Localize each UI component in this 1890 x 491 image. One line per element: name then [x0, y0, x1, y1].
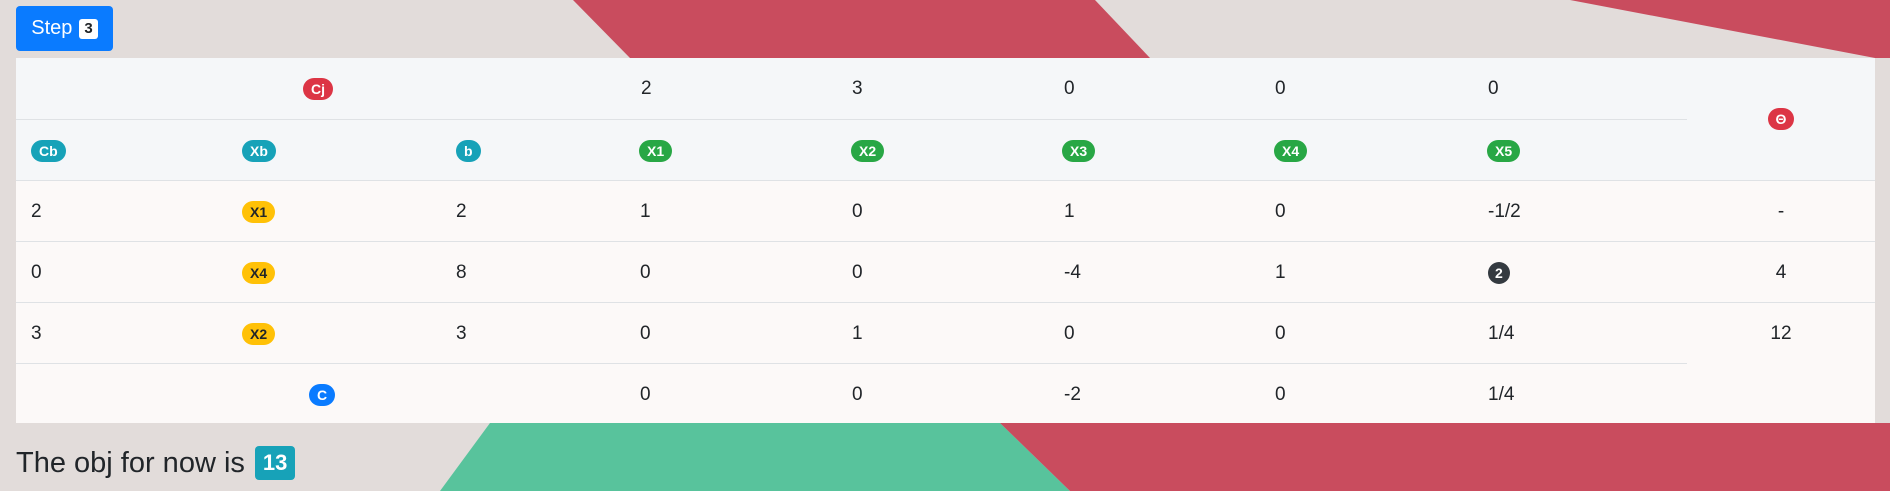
cj-row: Cj 2 3 0 0 0 [16, 58, 1875, 119]
xb-header: Xb [242, 139, 276, 162]
theta-value: 4 [1775, 261, 1787, 283]
coeff-value: 0 [1064, 322, 1075, 344]
table-row: 2 X1 2 1 0 1 0 -1/2 - [16, 180, 1875, 242]
cb-value: 0 [31, 261, 42, 283]
cj-badge: Cj [303, 77, 333, 100]
basis-var: X4 [242, 261, 276, 284]
cj-value: 0 [1275, 77, 1286, 99]
header-row: Cb Xb b X1 X2 X3 X4 X5 [16, 119, 1875, 181]
c-value: 0 [1275, 383, 1286, 405]
coeff-value: 1 [852, 322, 863, 344]
pivot-element: 2 [1488, 261, 1510, 284]
var-header: X4 [1274, 139, 1308, 162]
step-label: Step [31, 17, 73, 39]
b-value: 3 [456, 322, 467, 344]
step-button[interactable]: Step 3 [16, 6, 113, 51]
b-value: 8 [456, 261, 467, 283]
cj-value: 0 [1064, 77, 1075, 99]
b-header: b [456, 139, 481, 162]
table-row: 0 X4 8 0 0 -4 1 2 4 [16, 241, 1875, 303]
b-value: 2 [456, 200, 467, 222]
c-value: -2 [1064, 383, 1081, 405]
c-row: C 0 0 -2 0 1/4 [16, 363, 1687, 425]
coeff-value: -4 [1064, 261, 1081, 283]
coeff-value: 0 [1275, 200, 1286, 222]
theta-value: 12 [1770, 322, 1792, 344]
coeff-value: 0 [852, 261, 863, 283]
c-badge: C [309, 383, 336, 406]
objective-value: 13 [254, 446, 296, 480]
cj-value: 2 [641, 77, 652, 99]
coeff-value: 1 [1275, 261, 1286, 283]
cb-header: Cb [31, 139, 66, 162]
theta-header-cell: Θ [1687, 58, 1875, 180]
var-header: X5 [1487, 139, 1521, 162]
table-row: 3 X2 3 0 1 0 0 1/4 12 [16, 302, 1875, 364]
c-value: 0 [640, 383, 651, 405]
cb-value: 3 [31, 322, 42, 344]
coeff-value: 0 [852, 200, 863, 222]
var-header: X2 [851, 139, 885, 162]
coeff-value: 0 [640, 322, 651, 344]
coeff-value: -1/2 [1488, 200, 1521, 222]
coeff-value: 1/4 [1488, 322, 1515, 344]
coeff-value: 1 [640, 200, 651, 222]
cj-value: 3 [852, 77, 863, 99]
step-count-badge: 3 [79, 18, 98, 39]
cj-value: 0 [1488, 77, 1499, 99]
simplex-tableau: Cj 2 3 0 0 0 Cb Xb b X1 X2 X3 X4 X5 Θ 2 … [16, 58, 1875, 423]
objective-summary: The obj for now is 13 [16, 446, 296, 480]
var-header: X1 [639, 139, 673, 162]
theta-header: Θ [1767, 108, 1795, 130]
c-value: 0 [852, 383, 863, 405]
c-value: 1/4 [1488, 383, 1515, 405]
coeff-value: 1 [1064, 200, 1075, 222]
objective-text: The obj for now is [16, 446, 245, 479]
basis-var: X1 [242, 200, 276, 223]
cb-value: 2 [31, 200, 42, 222]
coeff-value: 0 [1275, 322, 1286, 344]
coeff-value: 0 [640, 261, 651, 283]
theta-value: - [1777, 200, 1785, 222]
basis-var: X2 [242, 322, 276, 345]
var-header: X3 [1062, 139, 1096, 162]
